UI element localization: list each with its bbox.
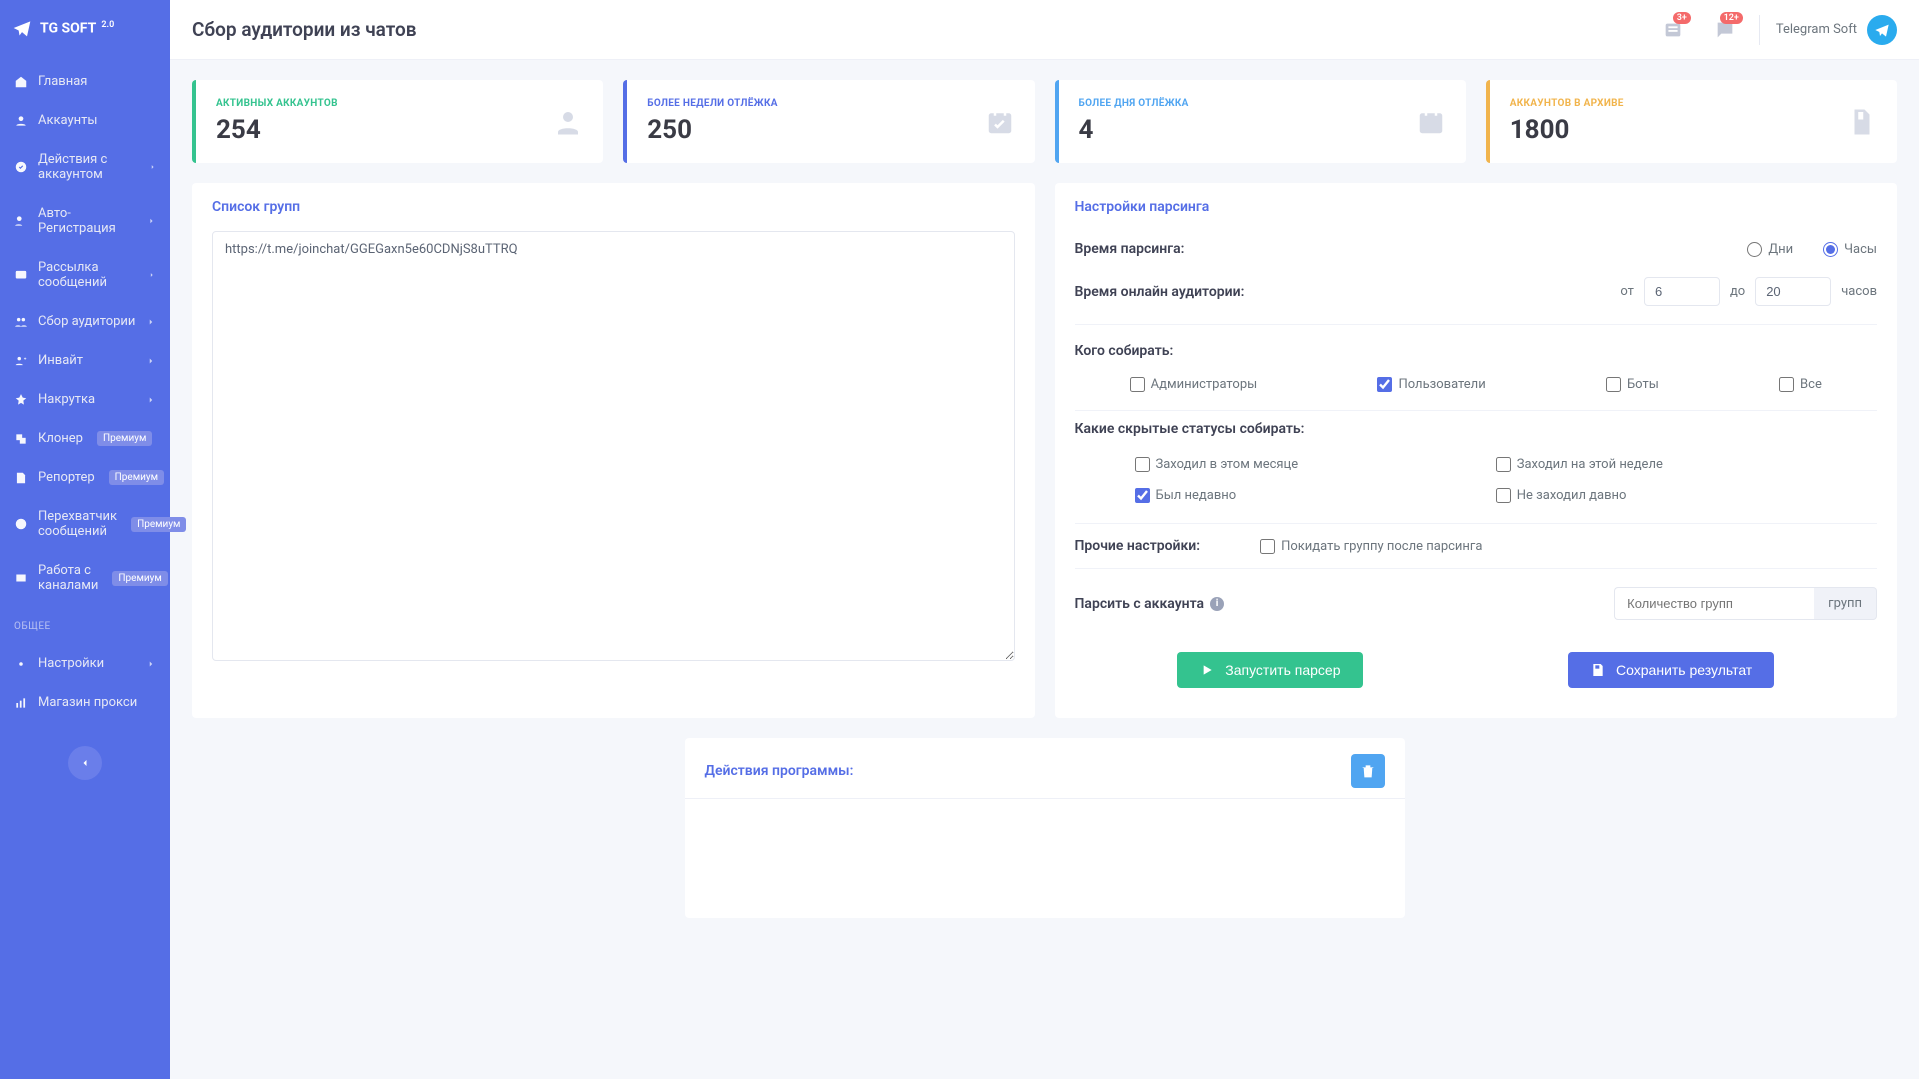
nav-auto-register[interactable]: Авто-Регистрация	[0, 194, 170, 248]
groups-textarea[interactable]: https://t.me/joinchat/GGEGaxn5e60CDNjS8u…	[212, 231, 1015, 661]
check-leave-after[interactable]: Покидать группу после парсинга	[1260, 539, 1482, 554]
check-users[interactable]: Пользователи	[1377, 377, 1485, 392]
check-admins[interactable]: Администраторы	[1130, 377, 1258, 392]
news-badge: 3+	[1673, 12, 1691, 24]
nav-interceptor[interactable]: Перехватчик сообщений Премиум	[0, 497, 170, 551]
topbar: Сбор аудитории из чатов 3+ 12+ Telegram …	[170, 0, 1919, 60]
nav-section-general: ОБЩЕЕ	[0, 611, 170, 638]
calendar-check-icon	[985, 107, 1015, 137]
other-settings-label: Прочие настройки:	[1075, 538, 1201, 554]
stat-active-accounts: АКТИВНЫХ АККАУНТОВ254	[192, 80, 603, 163]
check-recently[interactable]: Был недавно	[1135, 488, 1237, 503]
nav-channels[interactable]: Работа с каналами Премиум	[0, 551, 170, 605]
stat-week-aged: БОЛЕЕ НЕДЕЛИ ОТЛЁЖКА250	[623, 80, 1034, 163]
stat-day-aged: БОЛЕЕ ДНЯ ОТЛЁЖКА4	[1055, 80, 1466, 163]
nav-settings[interactable]: Настройки	[0, 644, 170, 683]
program-log	[685, 798, 1405, 918]
collect-label: Кого собирать:	[1075, 333, 1878, 369]
radio-days[interactable]: Дни	[1747, 242, 1793, 257]
online-time-label: Время онлайн аудитории:	[1075, 284, 1245, 300]
user-icon	[553, 107, 583, 137]
archive-icon	[1847, 107, 1877, 137]
stat-archived: АККАУНТОВ В АРХИВЕ1800	[1486, 80, 1897, 163]
settings-panel-title: Настройки парсинга	[1055, 183, 1898, 223]
calendar-icon	[1416, 107, 1446, 137]
page-title: Сбор аудитории из чатов	[192, 18, 416, 41]
topbar-separator	[1759, 15, 1760, 45]
telegram-icon	[12, 18, 32, 38]
trash-icon	[1360, 763, 1376, 779]
settings-panel: Настройки парсинга Время парсинга: Дни Ч…	[1055, 183, 1898, 718]
stats-row: АКТИВНЫХ АККАУНТОВ254 БОЛЕЕ НЕДЕЛИ ОТЛЁЖ…	[192, 80, 1897, 163]
start-parser-button[interactable]: Запустить парсер	[1177, 652, 1362, 688]
nav-audience[interactable]: Сбор аудитории	[0, 302, 170, 341]
play-icon	[1199, 662, 1215, 678]
sidebar-nav: Главная Аккаунты Действия с аккаунтом Ав…	[0, 56, 170, 611]
info-icon[interactable]: i	[1210, 597, 1224, 611]
brand-logo[interactable]: TG SOFT 2.0	[0, 0, 170, 56]
check-longtime[interactable]: Не заходил давно	[1496, 488, 1627, 503]
nav-boost[interactable]: Накрутка	[0, 380, 170, 419]
avatar	[1867, 15, 1897, 45]
program-actions-panel: Действия программы:	[685, 738, 1405, 918]
groups-suffix: групп	[1814, 587, 1877, 620]
radio-hours[interactable]: Часы	[1823, 242, 1877, 257]
nav-cloner[interactable]: КлонерПремиум	[0, 419, 170, 458]
check-bots[interactable]: Боты	[1606, 377, 1659, 392]
to-input[interactable]	[1755, 277, 1831, 306]
topbar-chat-button[interactable]: 12+	[1707, 12, 1743, 48]
nav-account-actions[interactable]: Действия с аккаунтом	[0, 140, 170, 194]
sidebar: TG SOFT 2.0 Главная Аккаунты Действия с …	[0, 0, 170, 1079]
check-month[interactable]: Заходил в этом месяце	[1135, 457, 1299, 472]
parse-from-label: Парсить с аккаунта i	[1075, 596, 1235, 612]
chevron-left-icon	[79, 757, 91, 769]
check-all[interactable]: Все	[1779, 377, 1822, 392]
chat-badge: 12+	[1720, 12, 1743, 24]
brand-name: TG SOFT 2.0	[40, 20, 114, 37]
clear-log-button[interactable]	[1351, 754, 1385, 788]
nav-home[interactable]: Главная	[0, 62, 170, 101]
program-actions-title: Действия программы:	[705, 763, 854, 779]
check-week[interactable]: Заходил на этой неделе	[1496, 457, 1663, 472]
save-result-button[interactable]: Сохранить результат	[1568, 652, 1774, 688]
nav-messaging[interactable]: Рассылка сообщений	[0, 248, 170, 302]
from-input[interactable]	[1644, 277, 1720, 306]
hidden-status-label: Какие скрытые статусы собирать:	[1075, 411, 1878, 447]
groups-count-input[interactable]	[1614, 587, 1814, 620]
groups-panel-title: Список групп	[192, 183, 1035, 223]
nav-accounts[interactable]: Аккаунты	[0, 101, 170, 140]
user-label: Telegram Soft	[1776, 22, 1857, 37]
parse-time-label: Время парсинга:	[1075, 241, 1235, 257]
groups-panel: Список групп https://t.me/joinchat/GGEGa…	[192, 183, 1035, 718]
save-icon	[1590, 662, 1606, 678]
sidebar-collapse-button[interactable]	[68, 746, 102, 780]
telegram-icon	[1874, 22, 1890, 38]
nav-proxy-shop[interactable]: Магазин прокси	[0, 683, 170, 722]
user-menu[interactable]: Telegram Soft	[1776, 15, 1897, 45]
nav-invite[interactable]: Инвайт	[0, 341, 170, 380]
topbar-news-button[interactable]: 3+	[1655, 12, 1691, 48]
nav-reporter[interactable]: РепортерПремиум	[0, 458, 170, 497]
